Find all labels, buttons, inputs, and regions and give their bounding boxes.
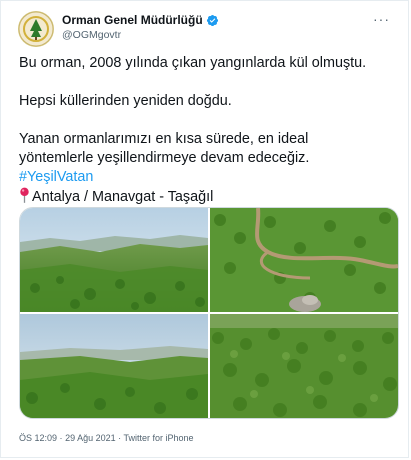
account-handle[interactable]: @OGMgovtr [62,29,121,41]
media-photo-2[interactable] [210,208,398,312]
tweet-time[interactable]: ÖS 12:09 [19,433,57,443]
media-photo-1[interactable] [20,208,208,312]
tweet-header: Orman Genel Müdürlüğü @OGMgovtr ··· [18,11,398,47]
media-grid [19,207,399,419]
media-photo-4[interactable] [210,314,398,418]
account-name[interactable]: Orman Genel Müdürlüğü [62,13,203,27]
avatar[interactable] [18,11,54,47]
more-options-icon[interactable]: ··· [373,11,390,27]
tweet-card: Orman Genel Müdürlüğü @OGMgovtr ··· Bu o… [0,0,409,458]
forest-photo-1-image [20,208,208,312]
forest-photo-4-image [210,314,398,418]
tweet-line: Hepsi küllerinden yeniden doğdu. [19,93,232,109]
location-text: Antalya / Manavgat - Taşağıl [32,189,214,205]
media-photo-3[interactable] [20,314,208,418]
tweet-source[interactable]: Twitter for iPhone [123,433,193,443]
forest-photo-3-image [20,314,208,418]
verified-badge-icon [206,14,218,26]
tweet-line: Bu orman, 2008 yılında çıkan yangınlarda… [19,55,367,71]
meta-separator: · [118,433,122,443]
tweet-line: Yanan ormanlarımızı en kısa sürede, en i… [19,131,309,147]
round-pushpin-icon [20,187,29,203]
tweet-line: yöntemlerle yeşillendirmeye devam edeceğ… [19,150,310,166]
ogm-logo-icon [18,11,54,47]
meta-separator: · [59,433,63,443]
tweet-date[interactable]: 29 Ağu 2021 [65,433,116,443]
forest-road-photo-2-image [210,208,398,312]
tweet-metadata: ÖS 12:09 · 29 Ağu 2021 · Twitter for iPh… [19,433,194,443]
account-name-row[interactable]: Orman Genel Müdürlüğü [62,13,219,27]
tweet-text: Bu orman, 2008 yılında çıkan yangınlarda… [19,54,399,207]
location-line: Antalya / Manavgat - Taşağıl [19,187,399,207]
hashtag-link[interactable]: #YeşilVatan [19,169,93,185]
